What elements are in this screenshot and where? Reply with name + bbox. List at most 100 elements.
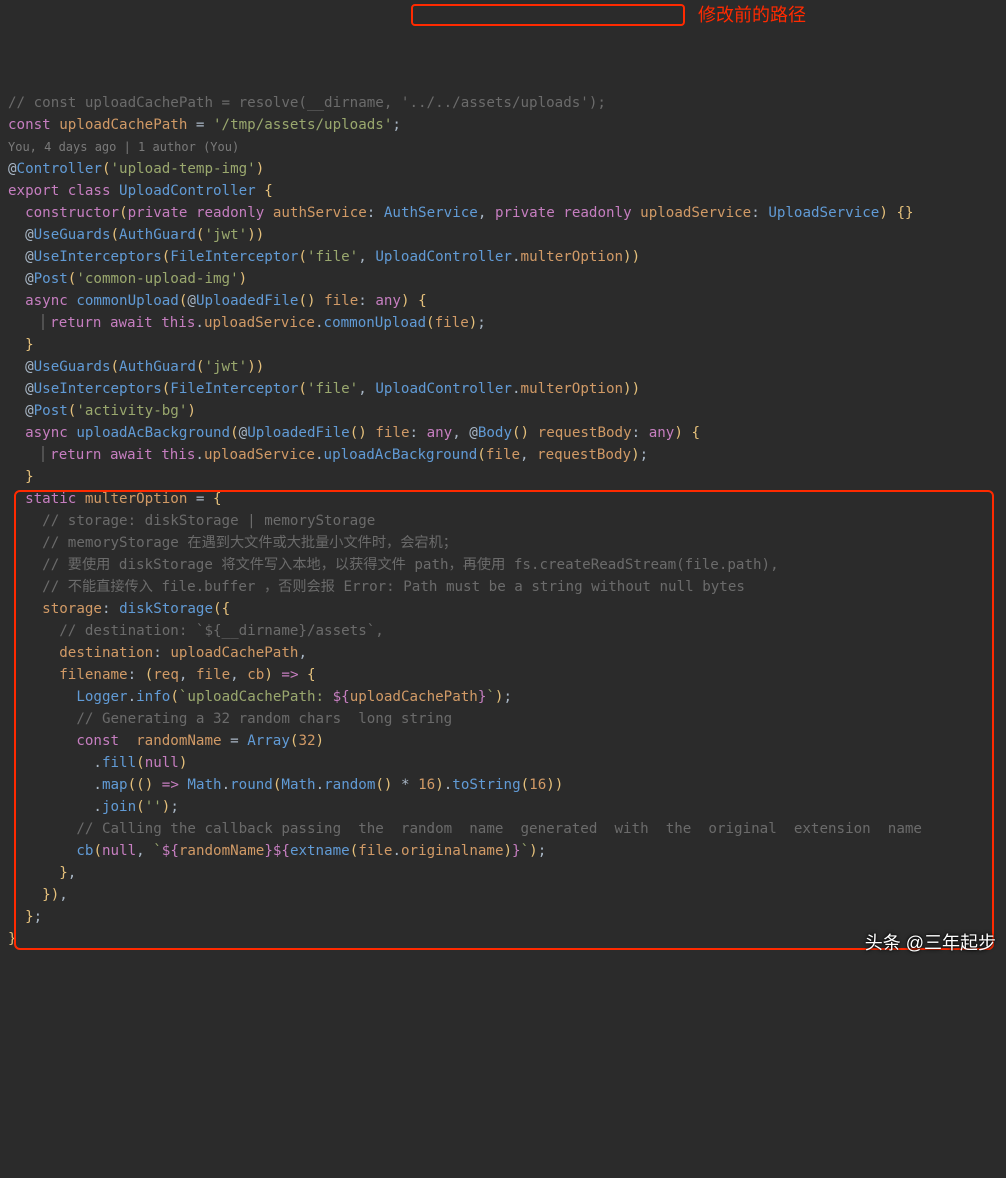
code-line[interactable]: async commonUpload(@UploadedFile() file:… xyxy=(8,290,998,312)
code-line[interactable]: // memoryStorage 在遇到大文件或大批量小文件时，会宕机； xyxy=(8,532,998,554)
code-token: round xyxy=(230,777,273,793)
code-token xyxy=(8,315,42,331)
code-line[interactable]: }), xyxy=(8,884,998,906)
code-token: async xyxy=(25,293,76,309)
code-token: @ xyxy=(8,271,34,287)
code-line[interactable]: storage: diskStorage({ xyxy=(8,598,998,620)
code-line[interactable]: // 不能直接传入 file.buffer ，否则会报 Error: Path … xyxy=(8,576,998,598)
code-token: : xyxy=(153,645,170,661)
code-token: ) xyxy=(674,425,683,441)
code-line[interactable]: .fill(null) xyxy=(8,752,998,774)
code-lens[interactable]: You, 4 days ago | 1 author (You) xyxy=(8,140,239,154)
code-token: { xyxy=(264,183,273,199)
code-line[interactable]: // Generating a 32 random chars long str… xyxy=(8,708,998,730)
code-line[interactable]: @Post('common-upload-img') xyxy=(8,268,998,290)
code-token: ) xyxy=(469,315,478,331)
code-token: file xyxy=(358,843,392,859)
code-token: null xyxy=(145,755,179,771)
code-token: 32 xyxy=(298,733,315,749)
gutter-bar-icon xyxy=(42,314,44,330)
code-token: Array xyxy=(247,733,290,749)
code-token: Post xyxy=(34,403,68,419)
code-line[interactable]: .join(''); xyxy=(8,796,998,818)
code-line[interactable]: @UseGuards(AuthGuard('jwt')) xyxy=(8,224,998,246)
code-token: ( xyxy=(136,799,145,815)
code-line[interactable]: Logger.info(`uploadCachePath: ${uploadCa… xyxy=(8,686,998,708)
code-token: UploadController xyxy=(375,381,512,397)
code-token: . xyxy=(8,777,102,793)
code-line[interactable]: .map(() => Math.round(Math.random() * 16… xyxy=(8,774,998,796)
code-token xyxy=(8,733,76,749)
code-line[interactable]: You, 4 days ago | 1 author (You) xyxy=(8,136,998,158)
code-line[interactable]: // const uploadCachePath = resolve(__dir… xyxy=(8,92,998,114)
code-token: , xyxy=(136,843,153,859)
code-token: return xyxy=(50,447,110,463)
highlight-box-path xyxy=(411,4,685,26)
code-line[interactable]: async uploadAcBackground(@UploadedFile()… xyxy=(8,422,998,444)
code-token: multerOption xyxy=(521,381,624,397)
code-token: . xyxy=(315,315,324,331)
code-token xyxy=(8,293,25,309)
code-line[interactable]: } xyxy=(8,466,998,488)
code-token: requestBody xyxy=(537,447,631,463)
code-token xyxy=(8,601,42,617)
code-line[interactable]: destination: uploadCachePath, xyxy=(8,642,998,664)
code-token: static xyxy=(25,491,85,507)
code-token: , xyxy=(358,381,375,397)
code-token: storage xyxy=(42,601,102,617)
code-token: } xyxy=(25,469,34,485)
code-token: private xyxy=(128,205,196,221)
code-token: . xyxy=(222,777,231,793)
code-token: return xyxy=(50,315,110,331)
code-token: file xyxy=(375,425,409,441)
code-line[interactable]: // 要使用 diskStorage 将文件写入本地，以获得文件 path，再使… xyxy=(8,554,998,576)
code-line[interactable]: filename: (req, file, cb) => { xyxy=(8,664,998,686)
code-line[interactable]: const uploadCachePath = '/tmp/assets/upl… xyxy=(8,114,998,136)
code-line[interactable]: @UseInterceptors(FileInterceptor('file',… xyxy=(8,378,998,400)
code-token: uploadCachePath xyxy=(59,117,187,133)
code-line[interactable]: } xyxy=(8,928,998,950)
code-line[interactable]: const randomName = Array(32) xyxy=(8,730,998,752)
code-token xyxy=(8,535,42,551)
code-token: this xyxy=(161,315,195,331)
code-line[interactable]: @Post('activity-bg') xyxy=(8,400,998,422)
code-token xyxy=(8,821,76,837)
code-line[interactable]: @UseInterceptors(FileInterceptor('file',… xyxy=(8,246,998,268)
code-token: any xyxy=(427,425,453,441)
code-line[interactable]: // destination: `${__dirname}/assets`, xyxy=(8,620,998,642)
code-line[interactable]: static multerOption = { xyxy=(8,488,998,510)
code-token: (( xyxy=(128,777,145,793)
code-line[interactable]: @Controller('upload-temp-img') xyxy=(8,158,998,180)
code-token: . xyxy=(8,799,102,815)
code-line[interactable]: } xyxy=(8,334,998,356)
code-token: * xyxy=(392,777,418,793)
code-token: )) xyxy=(247,359,264,375)
code-token: export xyxy=(8,183,68,199)
code-editor[interactable]: // const uploadCachePath = resolve(__dir… xyxy=(0,88,1006,958)
code-line[interactable]: }, xyxy=(8,862,998,884)
code-line[interactable]: return await this.uploadService.uploadAc… xyxy=(8,444,998,466)
code-line[interactable]: export class UploadController { xyxy=(8,180,998,202)
code-token: '../../assets/uploads'); xyxy=(401,95,606,111)
code-token: , xyxy=(358,249,375,265)
code-token: ) xyxy=(256,161,265,177)
code-line[interactable]: }; xyxy=(8,906,998,928)
code-token xyxy=(529,425,538,441)
code-token: = xyxy=(222,733,248,749)
code-line[interactable]: // Calling the callback passing the rand… xyxy=(8,818,998,840)
code-line[interactable]: // storage: diskStorage | memoryStorage xyxy=(8,510,998,532)
code-line[interactable]: constructor(private readonly authService… xyxy=(8,202,998,224)
code-token: { xyxy=(691,425,700,441)
code-line[interactable]: cb(null, `${randomName}${extname(file.or… xyxy=(8,840,998,862)
annotation-original-path: 修改前的路径 xyxy=(698,4,806,26)
code-token: 'activity-bg' xyxy=(76,403,187,419)
code-token: cb xyxy=(76,843,93,859)
code-line[interactable]: return await this.uploadService.commonUp… xyxy=(8,312,998,334)
code-token: }) xyxy=(42,887,59,903)
code-token: file xyxy=(196,667,230,683)
code-line[interactable]: @UseGuards(AuthGuard('jwt')) xyxy=(8,356,998,378)
code-token: destination xyxy=(59,645,153,661)
code-token xyxy=(8,469,25,485)
code-token: multerOption xyxy=(521,249,624,265)
code-token: commonUpload xyxy=(324,315,427,331)
